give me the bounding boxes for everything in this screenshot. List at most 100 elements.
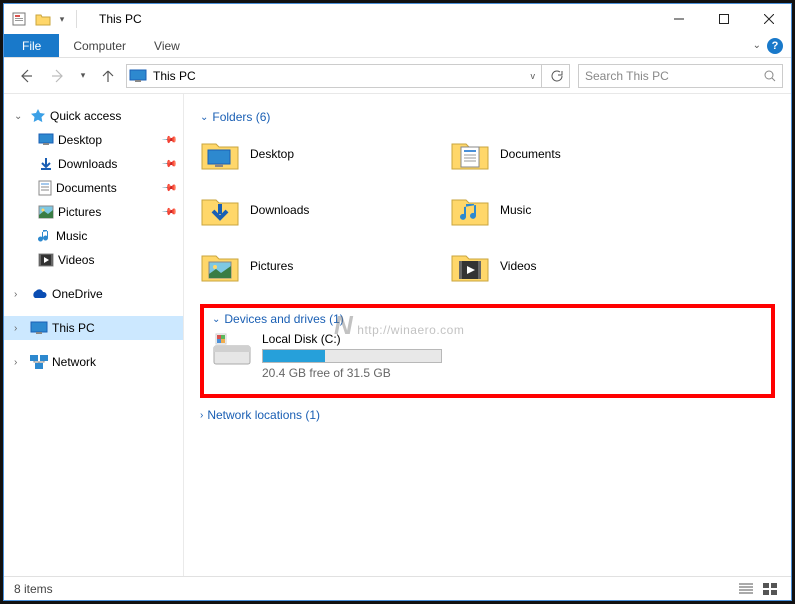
tree-label: Music [56,229,87,243]
breadcrumb[interactable]: This PC [153,69,196,83]
properties-icon[interactable] [8,8,30,30]
back-button[interactable] [12,64,40,88]
this-pc-icon [129,69,147,83]
up-button[interactable] [94,64,122,88]
refresh-button[interactable] [542,64,570,88]
ribbon-expand-icon[interactable]: ⌄ [753,40,761,51]
tree-label: Documents [56,181,117,195]
qat-dropdown-icon[interactable]: ▾ [56,8,68,30]
tab-view[interactable]: View [140,34,194,57]
folder-downloads[interactable]: Downloads [200,190,450,230]
devices-and-drives-highlight: ⌄ Devices and drives (1) Local Disk (C:)… [200,304,775,398]
folder-music[interactable]: Music [450,190,700,230]
folder-videos[interactable]: Videos [450,246,700,286]
window-controls [656,4,791,34]
music-icon [450,190,490,230]
drive-free-text: 20.4 GB free of 31.5 GB [262,366,763,380]
tree-item-videos[interactable]: Videos [4,248,183,272]
document-icon [38,180,52,196]
quick-access-toolbar: ▾ [4,8,87,30]
minimize-button[interactable] [656,4,701,34]
group-header-network[interactable]: › Network locations (1) [200,408,775,422]
ribbon-tabs: File Computer View ⌄ ? [4,34,791,58]
file-tab[interactable]: File [4,34,59,57]
search-icon [764,70,776,82]
picture-icon [38,205,54,219]
tree-label: Quick access [50,109,121,123]
body: ⌄ Quick access Desktop📌 Downloads📌 Docum… [4,94,791,576]
tree-network[interactable]: › Network [4,350,183,374]
chevron-right-icon[interactable]: › [14,357,26,368]
tree-this-pc[interactable]: › This PC [4,316,183,340]
search-placeholder: Search This PC [585,69,669,83]
desktop-icon [38,133,54,147]
tree-item-music[interactable]: Music [4,224,183,248]
navigation-pane: ⌄ Quick access Desktop📌 Downloads 📌 Docum… [4,94,184,576]
capacity-fill [263,350,325,362]
title-bar: ▾ This PC [4,4,791,34]
chevron-down-icon: ⌄ [200,112,208,123]
chevron-right-icon[interactable]: › [14,323,26,334]
folder-label: Downloads [250,203,309,217]
tree-label: Videos [58,253,94,267]
status-bar: 8 items [4,576,791,600]
desktop-icon [200,134,240,174]
tree-onedrive[interactable]: › OneDrive [4,282,183,306]
chevron-right-icon: › [200,410,203,421]
folder-label: Music [500,203,531,217]
pictures-icon [200,246,240,286]
folder-label: Documents [500,147,561,161]
tree-item-pictures[interactable]: Pictures📌 [4,200,183,224]
drive-meta: Local Disk (C:) 20.4 GB free of 31.5 GB [262,332,763,380]
tree-item-desktop[interactable]: Desktop📌 [4,128,183,152]
close-button[interactable] [746,4,791,34]
folders-grid: Desktop Documents Downloads [200,134,775,286]
pin-icon: 📌 [160,204,177,221]
download-icon [38,156,54,172]
group-header-drives[interactable]: ⌄ Devices and drives (1) [212,312,763,326]
search-input[interactable]: Search This PC [578,64,783,88]
network-icon [30,355,48,369]
drive-name: Local Disk (C:) [262,332,763,346]
this-pc-icon [30,321,48,335]
address-bar[interactable]: This PC v [126,64,542,88]
videos-icon [450,246,490,286]
window-title: This PC [99,12,142,26]
tree-item-documents[interactable]: Documents📌 [4,176,183,200]
chevron-down-icon: ⌄ [212,314,220,325]
chevron-down-icon[interactable]: ⌄ [14,111,26,122]
large-icons-view-button[interactable] [759,580,781,598]
chevron-right-icon[interactable]: › [14,289,26,300]
help-icon[interactable]: ? [767,38,783,54]
tree-item-downloads[interactable]: Downloads 📌 [4,152,183,176]
navigation-bar: ▾ This PC v Search This PC [4,58,791,94]
group-header-folders[interactable]: ⌄ Folders (6) [200,110,775,124]
pin-icon: 📌 [160,156,177,173]
content-pane: ⌄ Folders (6) Desktop Documents [184,94,791,576]
folder-label: Desktop [250,147,294,161]
capacity-bar [262,349,442,363]
folder-label: Videos [500,259,536,273]
view-toggles [735,580,781,598]
folder-desktop[interactable]: Desktop [200,134,450,174]
recent-locations-icon[interactable]: ▾ [76,64,90,88]
folder-label: Pictures [250,259,293,273]
cloud-icon [30,288,48,300]
maximize-button[interactable] [701,4,746,34]
documents-icon [450,134,490,174]
tree-label: Downloads [58,157,117,171]
folder-documents[interactable]: Documents [450,134,700,174]
folder-pictures[interactable]: Pictures [200,246,450,286]
hard-drive-icon [212,332,252,368]
address-dropdown-icon[interactable]: v [527,71,540,81]
new-folder-icon[interactable] [32,8,54,30]
drive-local-disk-c[interactable]: Local Disk (C:) 20.4 GB free of 31.5 GB … [212,332,763,380]
details-view-button[interactable] [735,580,757,598]
downloads-icon [200,190,240,230]
forward-button[interactable] [44,64,72,88]
tree-label: Network [52,355,96,369]
tree-quick-access[interactable]: ⌄ Quick access [4,104,183,128]
star-icon [30,108,46,124]
tab-computer[interactable]: Computer [59,34,140,57]
tree-label: This PC [52,321,95,335]
